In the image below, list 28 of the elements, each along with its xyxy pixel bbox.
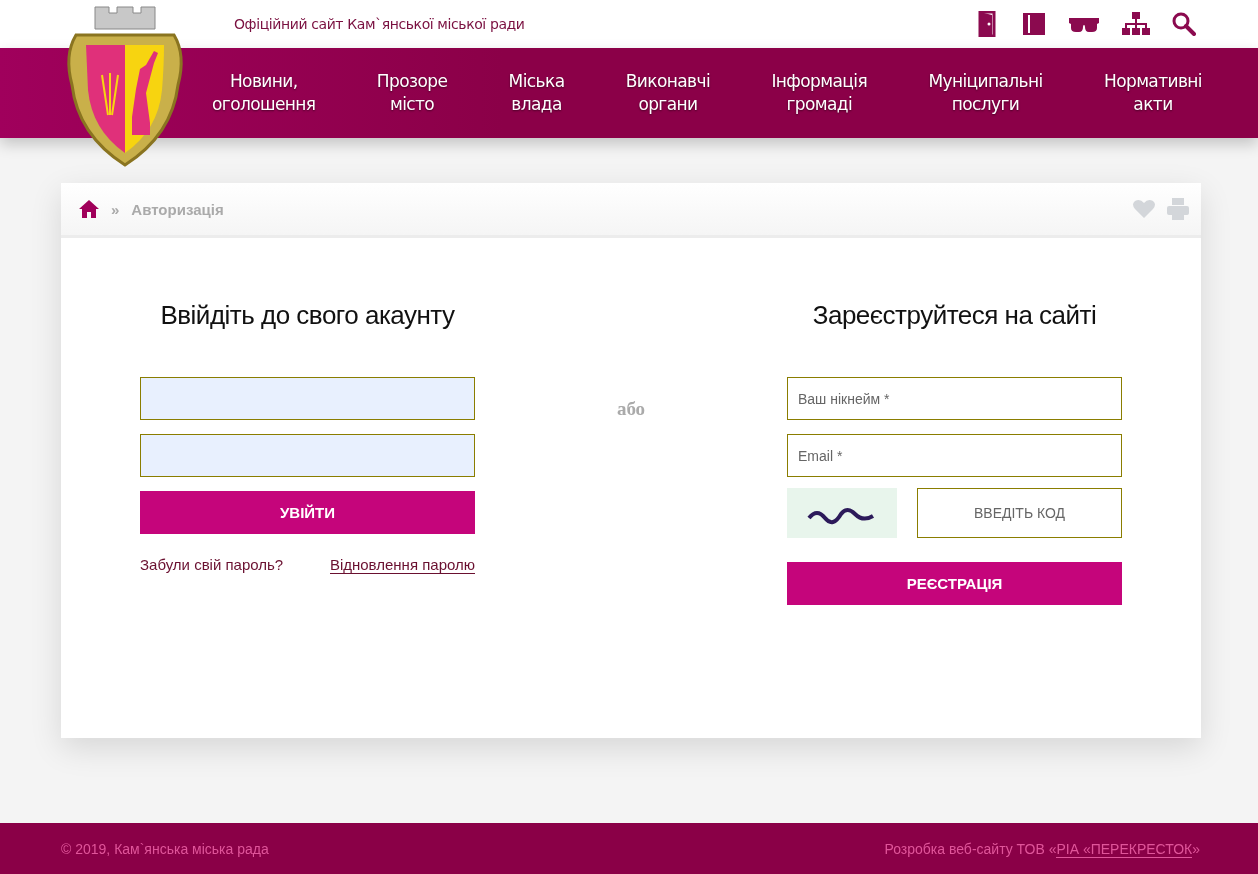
login-title: Ввійдіть до свого акаунту bbox=[159, 300, 456, 331]
search-icon[interactable] bbox=[1172, 12, 1196, 36]
forgot-password-text: Забули свій пароль? bbox=[140, 556, 284, 574]
site-title: Офіційний сайт Кам`янської міської ради bbox=[234, 16, 525, 32]
sitemap-icon[interactable] bbox=[1122, 12, 1150, 36]
register-title: Зареєструйтеся на сайті bbox=[811, 300, 1098, 331]
password-field[interactable] bbox=[140, 434, 475, 477]
book-icon[interactable] bbox=[1022, 12, 1046, 36]
breadcrumb-current: Авторизація bbox=[131, 200, 224, 218]
email-field[interactable]: Email * bbox=[787, 434, 1122, 477]
nav-item[interactable]: Міська влада bbox=[508, 70, 565, 116]
home-icon[interactable] bbox=[79, 200, 99, 218]
captcha-field[interactable]: ВВЕДІТЬ КОД bbox=[917, 488, 1122, 538]
nav-item[interactable]: Новини, оголошення bbox=[212, 70, 316, 116]
breadcrumb-separator: » bbox=[111, 200, 120, 218]
nav-item[interactable]: Муніципальні послуги bbox=[928, 70, 1043, 116]
nav-item[interactable]: Виконавчі органи bbox=[625, 70, 711, 116]
login-button[interactable]: УВІЙТИ bbox=[140, 491, 475, 534]
nickname-field[interactable]: Ваш нікнейм * bbox=[787, 377, 1122, 420]
copyright-text: © 2019, Кам`янська міська рада bbox=[61, 840, 269, 857]
developer-credit: Розробка веб-сайту ТОВ «РІА «ПЕРЕКРЕСТОК» bbox=[884, 840, 1200, 857]
password-recovery-link[interactable]: Відновлення паролю bbox=[329, 556, 475, 574]
register-button[interactable]: РЕЄСТРАЦІЯ bbox=[787, 562, 1122, 605]
or-text: або bbox=[616, 398, 646, 421]
nav-item[interactable]: Інформація громаді bbox=[771, 70, 868, 116]
login-field[interactable] bbox=[140, 377, 475, 420]
nav-item[interactable]: Нормативні акти bbox=[1103, 70, 1202, 116]
nav-item[interactable]: Прозоре місто bbox=[376, 70, 448, 116]
